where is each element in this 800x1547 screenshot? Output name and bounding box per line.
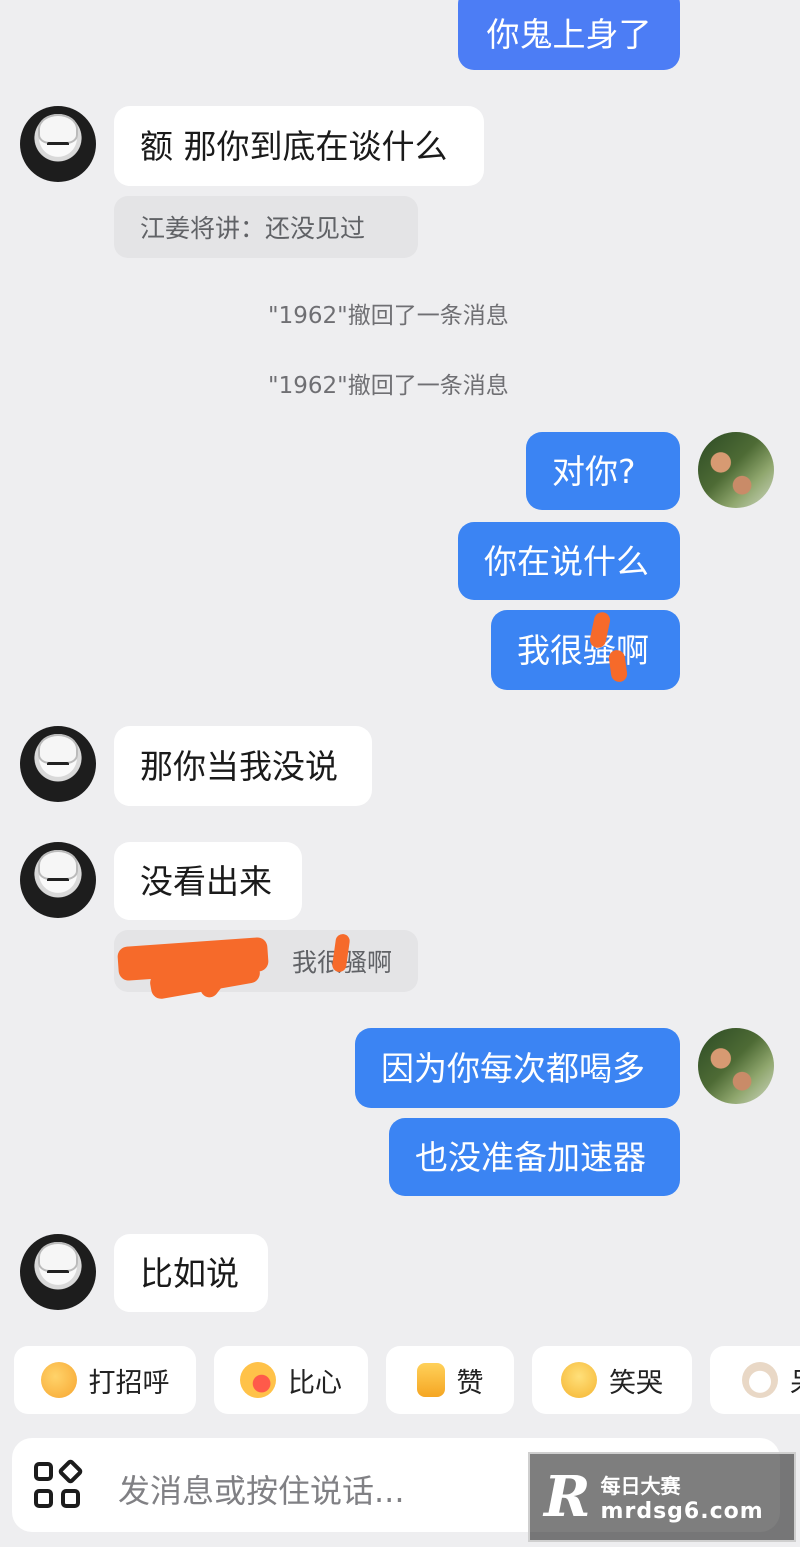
watermark-title: 每日大赛	[600, 1474, 681, 1498]
quick-reply-label: 比心	[288, 1367, 342, 1399]
message-bubble-outgoing[interactable]: 我很骚啊	[491, 610, 680, 690]
message-bubble-incoming[interactable]: 没看出来	[114, 842, 302, 920]
quoted-text: 江姜将讲：还没见过	[140, 214, 366, 243]
self-avatar[interactable]	[698, 1028, 774, 1104]
message-bubble-outgoing[interactable]: 对你?	[526, 432, 680, 510]
heart-hand-emoji-icon	[240, 1362, 276, 1398]
quick-reply-laugh[interactable]: 笑哭	[532, 1346, 692, 1414]
contact-avatar[interactable]	[20, 106, 96, 182]
message-bubble-incoming[interactable]: 比如说	[114, 1234, 268, 1312]
contact-avatar[interactable]	[20, 842, 96, 918]
message-text: 也没准备加速器	[415, 1137, 646, 1177]
message-bubble-incoming[interactable]: 那你当我没说	[114, 726, 372, 806]
contact-avatar[interactable]	[20, 1234, 96, 1310]
message-text: 没看出来	[140, 861, 272, 901]
watermark-logo-mark: R	[544, 1464, 591, 1530]
message-text: 比如说	[140, 1253, 239, 1293]
watermark-logo: R 每日大赛 mrdsg6.com	[528, 1452, 796, 1542]
message-text: 那你当我没说	[140, 746, 338, 786]
message-text: 我很骚啊	[517, 630, 649, 670]
thumbs-up-icon	[416, 1363, 445, 1397]
apps-grid-icon[interactable]	[34, 1458, 84, 1510]
cat-face-icon	[742, 1362, 778, 1398]
laugh-cry-emoji-icon	[561, 1362, 597, 1398]
message-text: 对你?	[552, 451, 636, 491]
message-text: 你鬼上身了	[486, 14, 652, 54]
message-text: 因为你每次都喝多	[381, 1048, 645, 1088]
message-bubble-outgoing[interactable]: 因为你每次都喝多	[355, 1028, 680, 1108]
message-bubble-incoming[interactable]: 额 那你到底在谈什么	[114, 106, 484, 186]
message-bubble-outgoing[interactable]: 你鬼上身了	[458, 0, 680, 70]
quick-reply-like[interactable]: 赞	[386, 1346, 514, 1414]
message-text: 额 那你到底在谈什么	[140, 126, 448, 166]
contact-avatar[interactable]	[20, 726, 96, 802]
quick-reply-heart[interactable]: 比心	[214, 1346, 368, 1414]
quick-reply-daze[interactable]: 呆	[710, 1346, 800, 1414]
recall-notice: "1962"撤回了一条消息	[268, 303, 509, 329]
quoted-reply[interactable]: 江姜将讲：还没见过	[114, 196, 418, 258]
wave-emoji-icon	[40, 1362, 77, 1398]
message-bubble-outgoing[interactable]: 也没准备加速器	[389, 1118, 680, 1196]
recall-notice: "1962"撤回了一条消息	[268, 373, 509, 399]
quick-reply-greet[interactable]: 打招呼	[14, 1346, 196, 1414]
message-bubble-outgoing[interactable]: 你在说什么	[458, 522, 680, 600]
message-input-placeholder[interactable]: 发消息或按住说话...	[118, 1466, 405, 1512]
quick-reply-label: 呆	[790, 1361, 800, 1400]
quick-reply-label: 打招呼	[88, 1367, 170, 1399]
message-text: 你在说什么	[484, 541, 649, 581]
quick-reply-label: 赞	[456, 1367, 484, 1399]
self-avatar[interactable]	[698, 432, 774, 508]
watermark-url: mrdsg6.com	[600, 1499, 764, 1524]
quick-reply-label: 笑哭	[609, 1367, 663, 1399]
